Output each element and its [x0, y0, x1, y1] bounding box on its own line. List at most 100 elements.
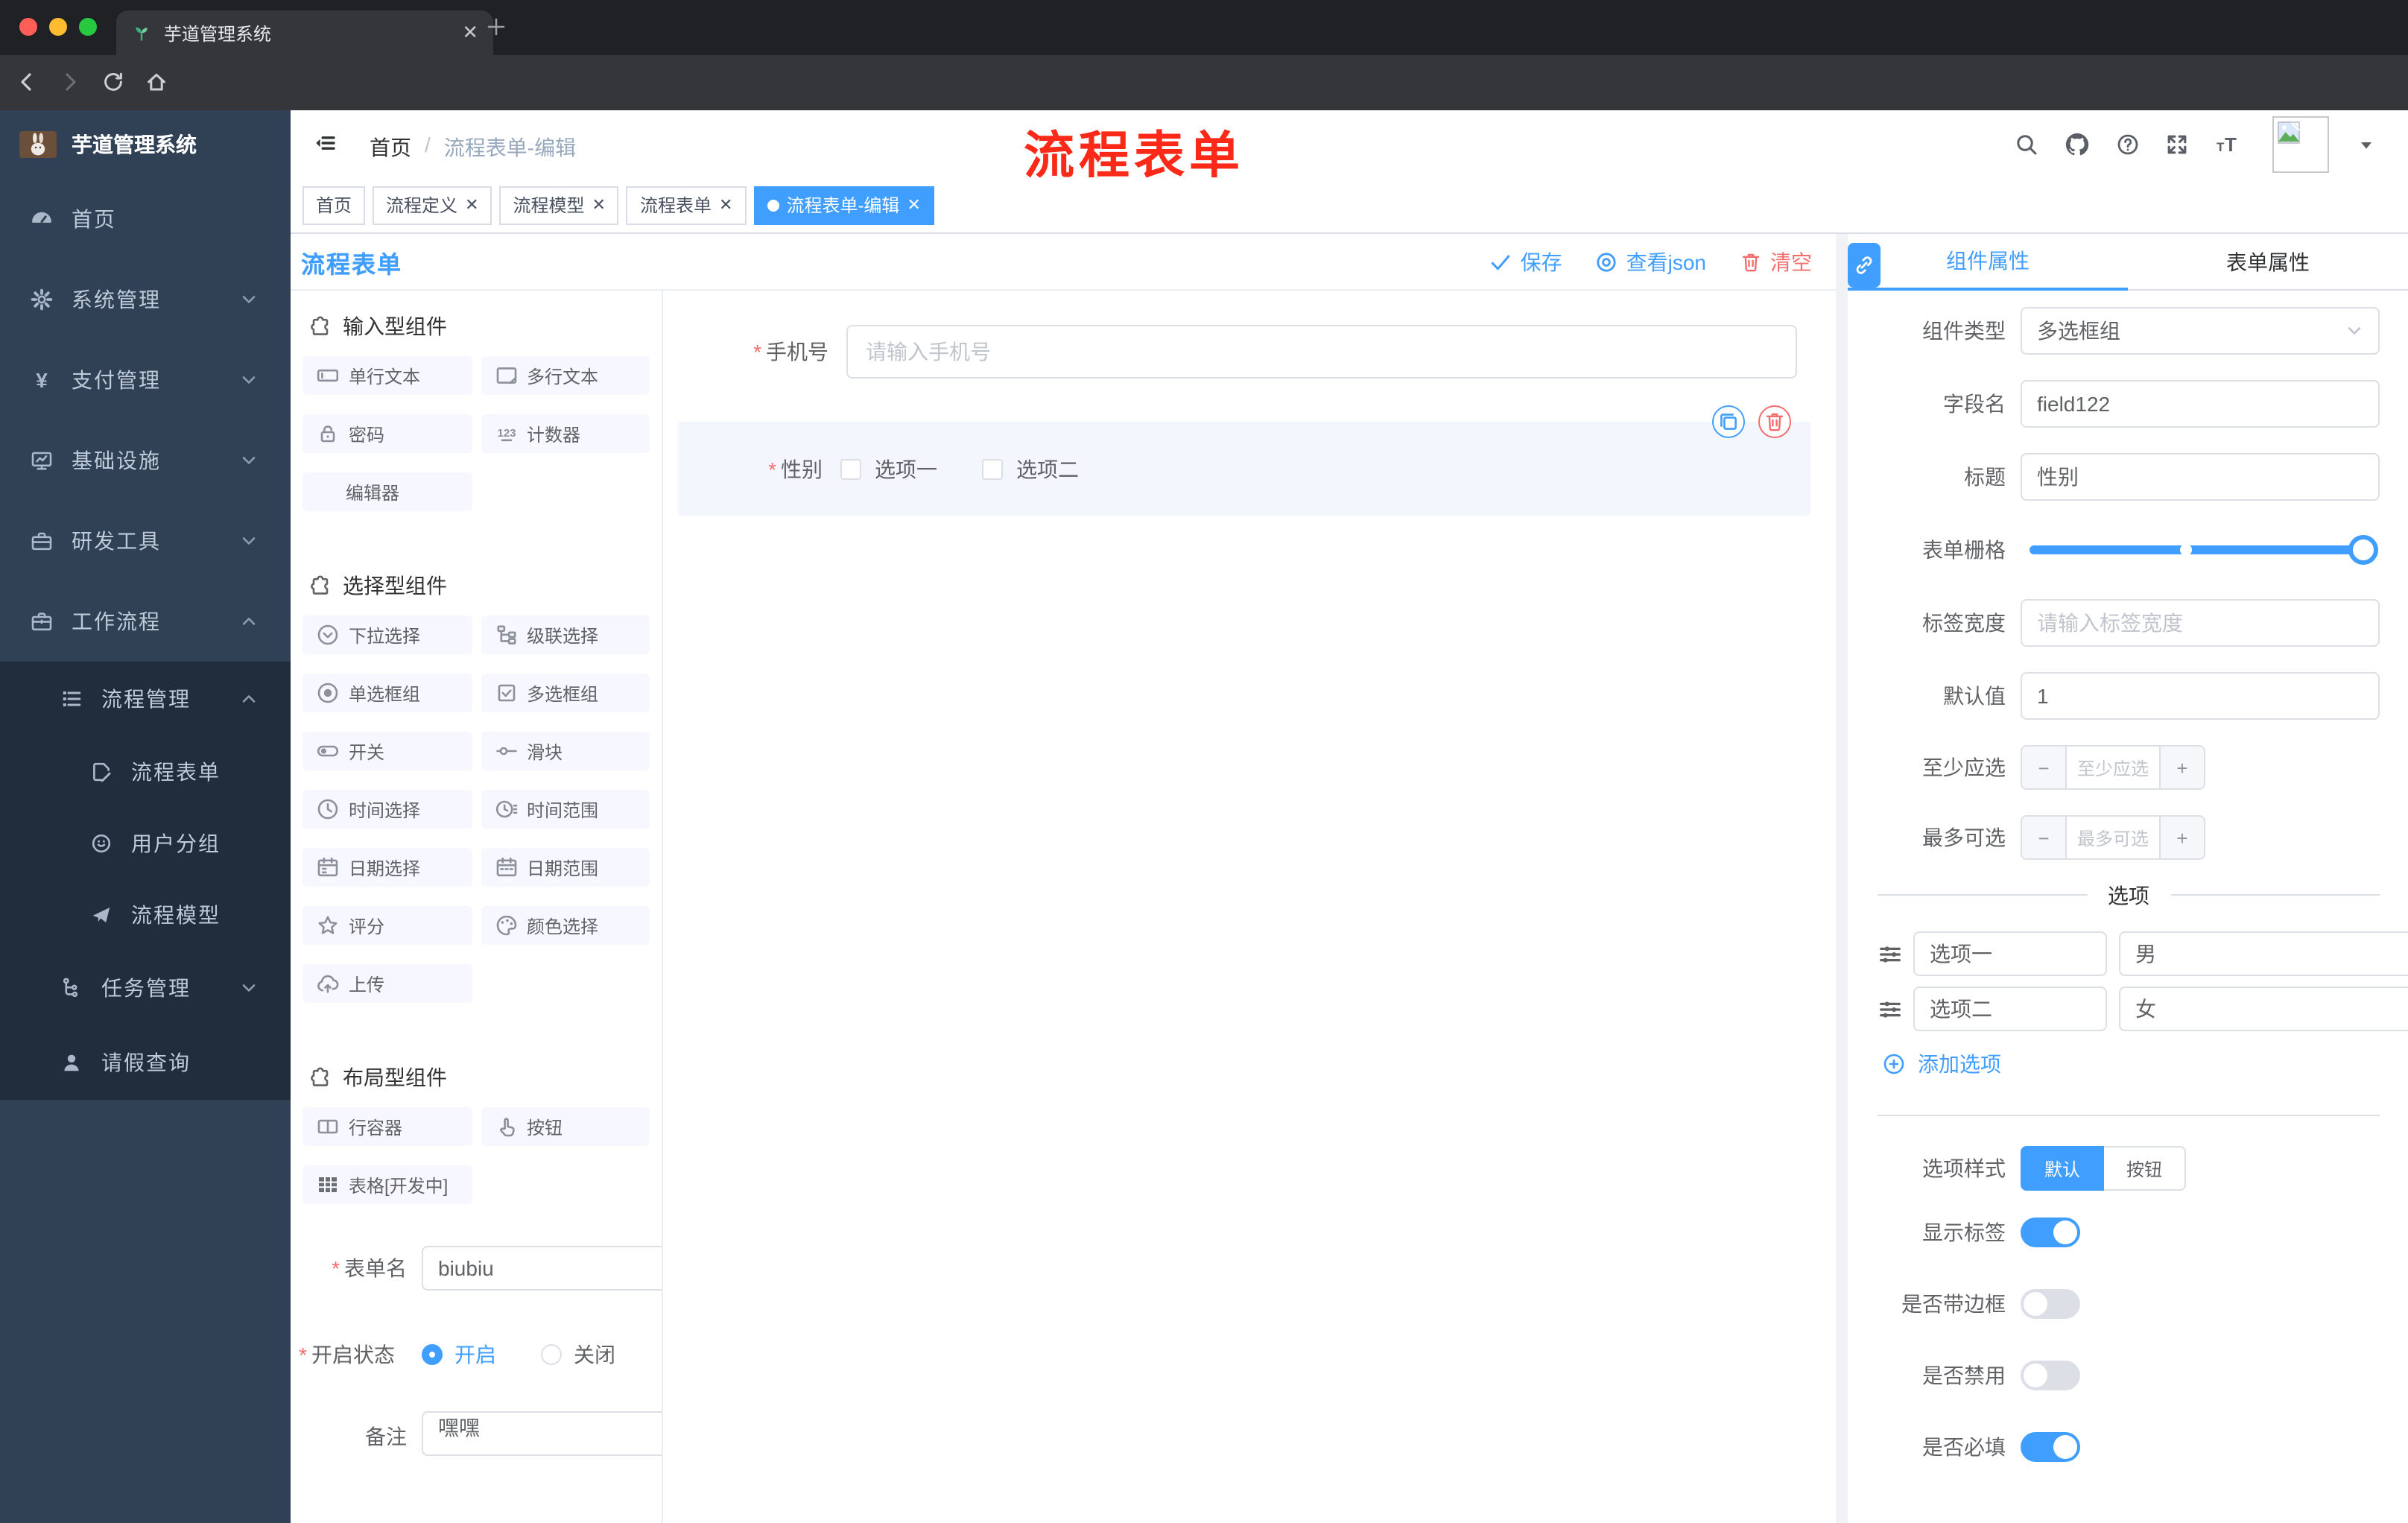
sidebar-item-支付管理[interactable]: ¥ 支付管理 — [0, 340, 291, 420]
component-时间选择[interactable]: 时间选择 — [302, 790, 472, 829]
gender-option-选项二[interactable]: 选项二 — [982, 454, 1079, 484]
phone-field-input[interactable] — [846, 325, 1797, 379]
sidebar-collapse-icon[interactable] — [313, 131, 337, 155]
form-canvas[interactable]: *手机号 *性别 选项一 选项二 — [663, 291, 1836, 1523]
option-value-input[interactable] — [2119, 931, 2408, 976]
status-off-radio[interactable] — [541, 1344, 562, 1365]
component-级联选择[interactable]: 级联选择 — [481, 615, 650, 654]
font-size-icon[interactable]: TT — [2214, 132, 2238, 156]
component-计数器[interactable]: 123 计数器 — [481, 414, 650, 453]
sidebar-item-首页[interactable]: 首页 — [0, 179, 291, 259]
stepper-increase-button[interactable]: + — [2159, 747, 2204, 788]
tab-close-icon[interactable]: ✕ — [462, 21, 478, 45]
view-json-button[interactable]: 查看json — [1595, 247, 1706, 276]
component-时间范围[interactable]: 时间范围 — [481, 790, 650, 829]
new-tab-button[interactable] — [484, 15, 508, 39]
slider-handle[interactable] — [2348, 535, 2378, 565]
reload-icon[interactable] — [101, 70, 125, 94]
sidebar-item-工作流程[interactable]: 工作流程 — [0, 581, 291, 662]
zoom-window-button[interactable] — [79, 18, 97, 36]
status-on-label[interactable]: 开启 — [454, 1340, 496, 1370]
sidebar-item-研发工具[interactable]: 研发工具 — [0, 501, 291, 581]
save-button[interactable]: 保存 — [1489, 247, 1562, 276]
component-开关[interactable]: 开关 — [302, 732, 472, 770]
minimize-window-button[interactable] — [49, 18, 67, 36]
field-name-input[interactable] — [2021, 380, 2380, 428]
github-icon[interactable] — [2064, 130, 2091, 157]
tab-component-properties[interactable]: 组件属性 — [1848, 234, 2128, 291]
component-单行文本[interactable]: 单行文本 — [302, 356, 472, 395]
component-下拉选择[interactable]: 下拉选择 — [302, 615, 472, 654]
tag-流程定义[interactable]: 流程定义 ✕ — [373, 186, 492, 224]
stepper-decrease-button[interactable]: − — [2022, 817, 2067, 858]
option-value-input[interactable] — [2119, 987, 2408, 1031]
fullscreen-icon[interactable] — [2165, 132, 2189, 156]
toggle-显示标签[interactable] — [2021, 1218, 2080, 1247]
max-select-value[interactable]: 最多可选 — [2067, 817, 2159, 858]
sidebar-item-流程模型[interactable]: 流程模型 — [0, 879, 291, 951]
style-option-默认[interactable]: 默认 — [2021, 1146, 2105, 1191]
component-按钮[interactable]: 按钮 — [481, 1107, 650, 1146]
stepper-increase-button[interactable]: + — [2159, 817, 2204, 858]
component-type-select[interactable] — [2021, 307, 2380, 355]
logo[interactable]: 芋道管理系统 — [0, 110, 291, 179]
sidebar-item-流程管理[interactable]: 流程管理 — [0, 662, 291, 736]
tag-close-icon[interactable]: ✕ — [592, 195, 606, 215]
component-上传[interactable]: 上传 — [302, 964, 472, 1003]
stepper-decrease-button[interactable]: − — [2022, 747, 2067, 788]
tab-form-properties[interactable]: 表单属性 — [2128, 234, 2408, 291]
tag-流程表单-编辑[interactable]: 流程表单-编辑 ✕ — [753, 186, 934, 224]
back-icon[interactable] — [15, 70, 39, 94]
avatar[interactable] — [2272, 115, 2329, 172]
component-颜色选择[interactable]: 颜色选择 — [481, 906, 650, 945]
delete-component-button[interactable] — [1758, 405, 1791, 438]
toggle-是否带边框[interactable] — [2021, 1289, 2080, 1319]
home-icon[interactable] — [145, 70, 168, 94]
component-日期范围[interactable]: 日期范围 — [481, 848, 650, 887]
form-name-input[interactable] — [422, 1246, 662, 1291]
sidebar-item-系统管理[interactable]: 系统管理 — [0, 259, 291, 340]
component-评分[interactable]: 评分 — [302, 906, 472, 945]
component-日期选择[interactable]: 日期选择 — [302, 848, 472, 887]
component-单选框组[interactable]: 单选框组 — [302, 674, 472, 712]
forward-icon[interactable] — [58, 70, 82, 94]
sidebar-item-用户分组[interactable]: 用户分组 — [0, 808, 291, 879]
component-表格[开发中][interactable]: 表格[开发中] — [302, 1165, 472, 1204]
avatar-caret-icon[interactable] — [2354, 132, 2378, 156]
tag-close-icon[interactable]: ✕ — [719, 195, 732, 215]
toggle-是否必填[interactable] — [2021, 1432, 2080, 1462]
help-icon[interactable] — [2116, 132, 2140, 156]
clear-button[interactable]: 清空 — [1739, 247, 1812, 276]
toggle-是否禁用[interactable] — [2021, 1361, 2080, 1390]
option-label-input[interactable] — [1913, 931, 2107, 976]
gender-field-selected[interactable]: * 性别 选项一 选项二 — [678, 405, 1810, 516]
phone-field-row[interactable]: * 手机号 — [663, 325, 1836, 379]
breadcrumb-home[interactable]: 首页 — [370, 133, 411, 162]
gender-option-选项一[interactable]: 选项一 — [840, 454, 937, 484]
component-编辑器[interactable]: 编辑器 — [302, 472, 472, 511]
checkbox[interactable] — [840, 458, 861, 479]
search-icon[interactable] — [2015, 132, 2038, 156]
component-行容器[interactable]: 行容器 — [302, 1107, 472, 1146]
copy-component-button[interactable] — [1712, 405, 1745, 438]
tag-close-icon[interactable]: ✕ — [465, 195, 478, 215]
tag-close-icon[interactable]: ✕ — [907, 195, 920, 215]
link-tab[interactable] — [1848, 243, 1881, 288]
add-option-button[interactable]: 添加选项 — [1882, 1049, 2380, 1079]
checkbox[interactable] — [982, 458, 1003, 479]
default-value-input[interactable] — [2021, 672, 2380, 720]
form-grid-slider[interactable] — [2021, 526, 2380, 574]
component-多行文本[interactable]: 多行文本 — [481, 356, 650, 395]
status-on-radio[interactable] — [422, 1344, 443, 1365]
close-window-button[interactable] — [19, 18, 37, 36]
min-select-value[interactable]: 至少应选 — [2067, 747, 2159, 788]
sidebar-item-基础设施[interactable]: 基础设施 — [0, 420, 291, 501]
option-label-input[interactable] — [1913, 987, 2107, 1031]
label-width-input[interactable] — [2021, 599, 2380, 647]
sidebar-item-任务管理[interactable]: 任务管理 — [0, 951, 291, 1025]
sidebar-item-请假查询[interactable]: 请假查询 — [0, 1025, 291, 1100]
tag-流程模型[interactable]: 流程模型 ✕ — [499, 186, 619, 224]
status-off-label[interactable]: 关闭 — [574, 1340, 615, 1370]
browser-tab[interactable]: 芋道管理系统 ✕ — [116, 10, 493, 55]
tag-首页[interactable]: 首页 — [302, 186, 366, 224]
